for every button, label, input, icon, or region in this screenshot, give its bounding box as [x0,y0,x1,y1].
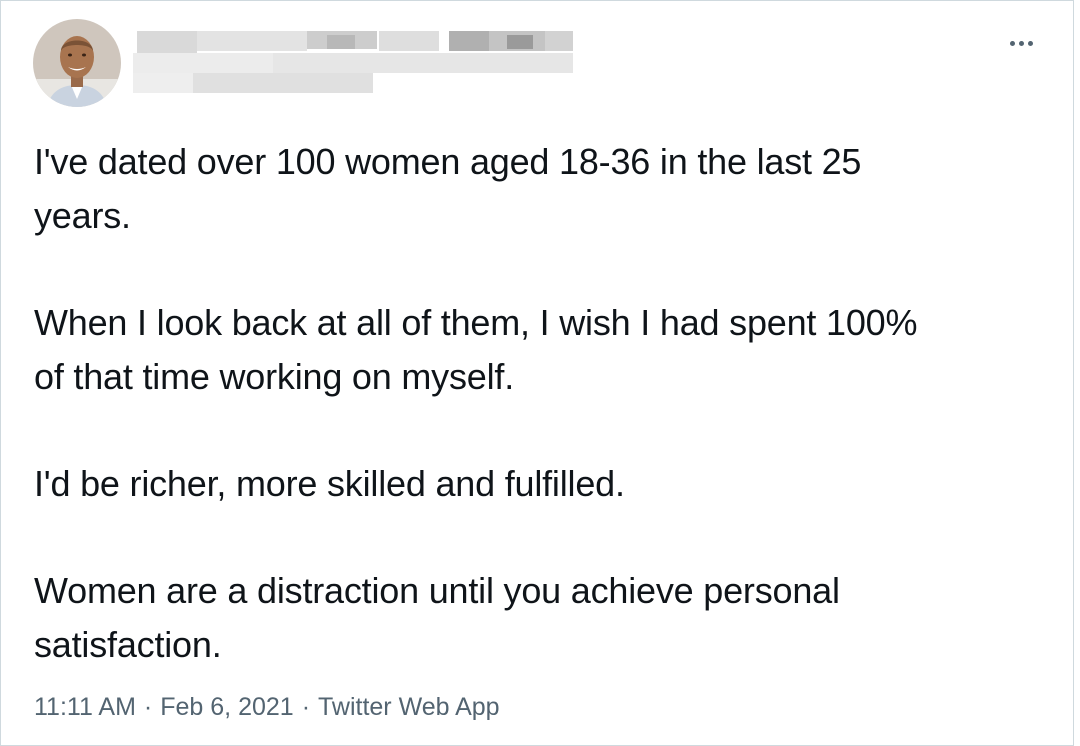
author-avatar[interactable] [33,19,121,107]
tweet-card: I've dated over 100 women aged 18-36 in … [0,0,1074,746]
author-name-redacted [129,27,579,97]
tweet-source-link[interactable]: Twitter Web App [318,693,500,722]
tweet-text: I've dated over 100 women aged 18-36 in … [34,135,1024,672]
person-photo-icon [33,19,121,107]
tweet-paragraph: Women are a distraction until you achiev… [34,570,840,665]
separator-dot: · [301,693,311,721]
more-options-button[interactable] [1003,27,1039,59]
ellipsis-icon [1009,40,1015,46]
tweet-date-link[interactable]: Feb 6, 2021 [160,693,293,722]
tweet-paragraph: When I look back at all of them, I wish … [34,302,918,397]
separator-dot: · [143,693,153,721]
tweet-paragraph: I'd be richer, more skilled and fulfille… [34,463,625,504]
tweet-paragraph: I've dated over 100 women aged 18-36 in … [34,141,862,236]
tweet-time-link[interactable]: 11:11 AM [34,693,136,722]
tweet-metadata: 11:11 AM · Feb 6, 2021 · Twitter Web App [34,693,500,722]
